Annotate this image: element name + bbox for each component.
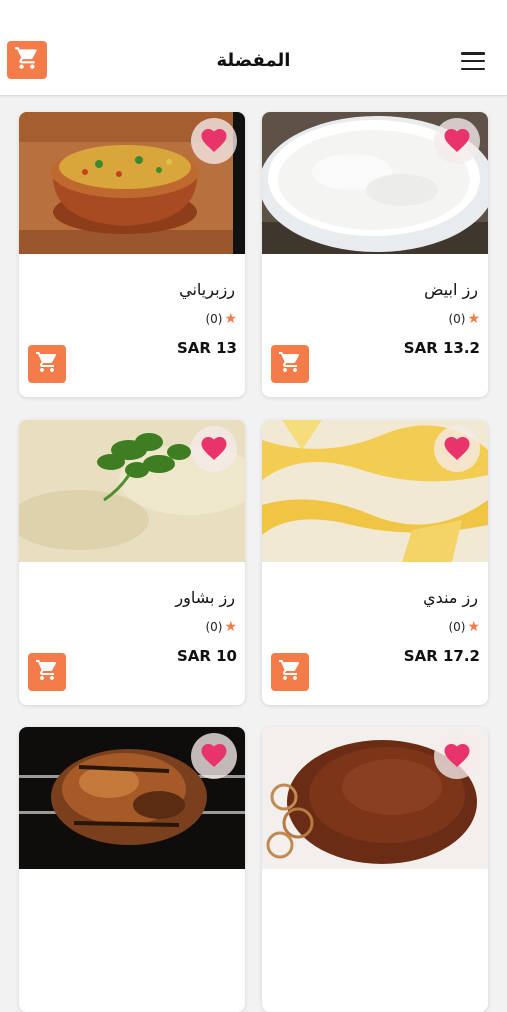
cart-icon <box>278 658 302 686</box>
add-to-cart-button[interactable] <box>271 345 309 383</box>
product-rating: (0) ★ <box>448 312 480 326</box>
favorite-button[interactable] <box>191 118 237 164</box>
heart-icon <box>199 433 229 465</box>
star-icon: ★ <box>224 311 237 327</box>
product-price: SAR 13.2 <box>403 339 480 357</box>
product-card[interactable]: رزبرياني (0) ★ SAR 13 <box>19 112 245 397</box>
heart-icon <box>199 740 229 772</box>
product-rating: (0) ★ <box>205 312 237 326</box>
app-header: المفضلة <box>0 0 507 96</box>
heart-icon <box>199 125 229 157</box>
product-card[interactable] <box>262 727 488 1012</box>
star-icon: ★ <box>467 311 480 327</box>
heart-icon <box>442 740 472 772</box>
product-price: SAR 17.2 <box>403 647 480 665</box>
cart-icon <box>278 350 302 378</box>
favorite-button[interactable] <box>434 426 480 472</box>
product-name: رز مندي <box>423 588 478 607</box>
favorite-button[interactable] <box>434 118 480 164</box>
product-card[interactable] <box>19 727 245 1012</box>
favorite-button[interactable] <box>191 426 237 472</box>
add-to-cart-button[interactable] <box>271 653 309 691</box>
product-price: SAR 13 <box>176 339 237 357</box>
product-card[interactable]: رز بشاور (0) ★ SAR 10 <box>19 420 245 705</box>
product-card[interactable]: رز مندي (0) ★ SAR 17.2 <box>262 420 488 705</box>
star-icon: ★ <box>224 619 237 635</box>
cart-icon <box>35 658 59 686</box>
heart-icon <box>442 433 472 465</box>
rating-count: (0) <box>205 312 223 326</box>
product-rating: (0) ★ <box>205 620 237 634</box>
add-to-cart-button[interactable] <box>28 345 66 383</box>
favorites-grid: رز ابيض (0) ★ SAR 13.2 رزبرياني (0) ★ SA… <box>0 95 507 1012</box>
product-name: رزبرياني <box>179 280 235 299</box>
product-rating: (0) ★ <box>448 620 480 634</box>
cart-icon <box>35 350 59 378</box>
favorite-button[interactable] <box>191 733 237 779</box>
product-name: رز ابيض <box>424 280 478 299</box>
heart-icon <box>442 125 472 157</box>
favorite-button[interactable] <box>434 733 480 779</box>
star-icon: ★ <box>467 619 480 635</box>
product-price: SAR 10 <box>176 647 237 665</box>
rating-count: (0) <box>205 620 223 634</box>
rating-count: (0) <box>448 620 466 634</box>
page-title: المفضلة <box>216 50 291 71</box>
rating-count: (0) <box>448 312 466 326</box>
product-name: رز بشاور <box>175 588 235 607</box>
product-card[interactable]: رز ابيض (0) ★ SAR 13.2 <box>262 112 488 397</box>
add-to-cart-button[interactable] <box>28 653 66 691</box>
hamburger-menu-icon[interactable] <box>461 52 485 70</box>
